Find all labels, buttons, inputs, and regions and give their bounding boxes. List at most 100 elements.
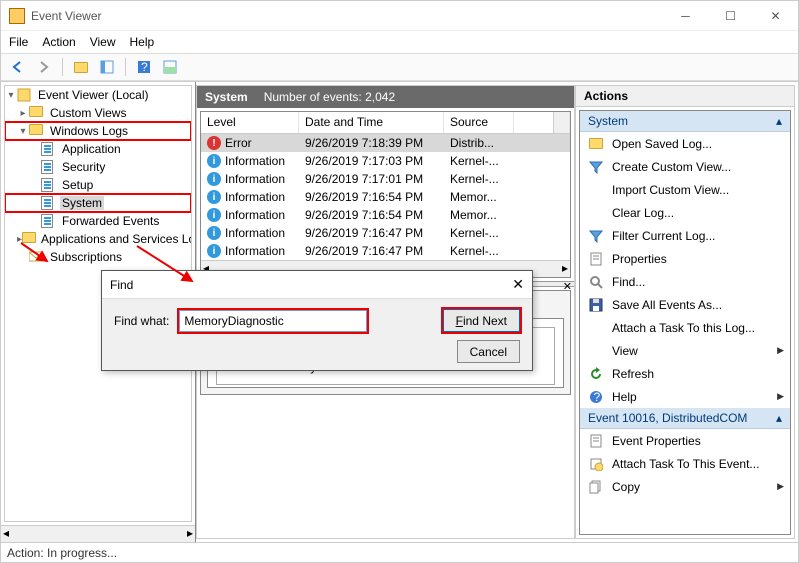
col-source[interactable]: Source — [444, 112, 514, 133]
close-button[interactable]: ✕ — [753, 1, 798, 30]
help-icon: ? — [588, 389, 604, 405]
find-next-button[interactable]: Find Next — [443, 309, 520, 332]
collapse-icon[interactable]: ▴ — [776, 411, 782, 425]
action-save-all-events-as[interactable]: Save All Events As... — [580, 293, 790, 316]
actions-pane: Actions System ▴ Open Saved Log...Create… — [575, 85, 795, 539]
menu-view[interactable]: View — [90, 35, 116, 49]
tree-root[interactable]: Event Viewer (Local) — [36, 88, 151, 102]
find-label: Find what: — [114, 314, 169, 328]
event-row[interactable]: iInformation9/26/2019 7:16:54 PMMemor... — [201, 206, 570, 224]
action-attach-a-task-to-this-log[interactable]: Attach a Task To this Log... — [580, 316, 790, 339]
help-button[interactable]: ? — [133, 56, 155, 78]
action-find[interactable]: Find... — [580, 270, 790, 293]
event-row[interactable]: iInformation9/26/2019 7:17:01 PMKernel-.… — [201, 170, 570, 188]
action-open-saved-log[interactable]: Open Saved Log... — [580, 132, 790, 155]
grid-v-scrollbar[interactable] — [553, 112, 570, 133]
minimize-button[interactable]: ─ — [663, 1, 708, 30]
menu-action[interactable]: Action — [42, 35, 75, 49]
action-label: Save All Events As... — [612, 298, 722, 312]
event-row[interactable]: iInformation9/26/2019 7:17:03 PMKernel-.… — [201, 152, 570, 170]
collapse-icon[interactable]: ▴ — [776, 114, 782, 128]
col-datetime[interactable]: Date and Time — [299, 112, 444, 133]
action-label: Find... — [612, 275, 645, 289]
action-event-properties[interactable]: Event Properties — [580, 429, 790, 452]
action-help[interactable]: ?Help▶ — [580, 385, 790, 408]
action-properties[interactable]: Properties — [580, 247, 790, 270]
back-button[interactable] — [7, 56, 29, 78]
action-label: Import Custom View... — [612, 183, 729, 197]
submenu-arrow-icon: ▶ — [777, 345, 784, 356]
tree-windows-logs[interactable]: Windows Logs — [48, 124, 130, 138]
tree-system[interactable]: System — [60, 196, 104, 210]
info-icon: i — [207, 172, 221, 186]
menu-file[interactable]: File — [9, 35, 28, 49]
expand-root-icon[interactable]: ▾ — [5, 90, 17, 101]
action-attach-task-to-this-event[interactable]: Attach Task To This Event... — [580, 452, 790, 475]
event-row[interactable]: !Error9/26/2019 7:18:39 PMDistrib... — [201, 134, 570, 152]
cancel-button[interactable]: Cancel — [457, 340, 520, 363]
expand-custom-icon[interactable]: ▸ — [17, 108, 29, 119]
action-view[interactable]: View ▶ — [580, 339, 790, 362]
save-icon — [588, 297, 604, 313]
blank-icon — [588, 320, 604, 336]
action-label: Open Saved Log... — [612, 137, 712, 151]
find-input[interactable] — [179, 310, 367, 332]
expand-winlogs-icon[interactable]: ▾ — [17, 126, 29, 137]
log-icon — [41, 142, 57, 156]
tree-h-scrollbar[interactable]: ◂▸ — [1, 525, 195, 542]
close-preview-button[interactable]: ✕ — [563, 280, 572, 293]
event-row[interactable]: iInformation9/26/2019 7:16:47 PMKernel-.… — [201, 242, 570, 260]
preview-button[interactable] — [159, 56, 181, 78]
action-label: Clear Log... — [612, 206, 674, 220]
info-icon: i — [207, 208, 221, 222]
action-copy[interactable]: Copy▶ — [580, 475, 790, 498]
maximize-button[interactable]: ☐ — [708, 1, 753, 30]
action-import-custom-view[interactable]: Import Custom View... — [580, 178, 790, 201]
col-level[interactable]: Level — [201, 112, 299, 133]
action-create-custom-view[interactable]: Create Custom View... — [580, 155, 790, 178]
find-icon — [588, 274, 604, 290]
open-log-button[interactable] — [70, 56, 92, 78]
show-tree-button[interactable] — [96, 56, 118, 78]
action-clear-log[interactable]: Clear Log... — [580, 201, 790, 224]
action-label: Properties — [612, 252, 667, 266]
event-row[interactable]: iInformation9/26/2019 7:16:47 PMKernel-.… — [201, 224, 570, 242]
find-close-button[interactable]: ✕ — [512, 276, 524, 293]
titlebar: Event Viewer ─ ☐ ✕ — [1, 1, 798, 31]
folder-icon — [29, 124, 45, 138]
actions-section-system[interactable]: System ▴ — [580, 111, 790, 132]
action-label: Attach Task To This Event... — [612, 457, 759, 471]
action-label: Filter Current Log... — [612, 229, 715, 243]
actions-section-label: Event 10016, DistributedCOM — [588, 411, 747, 425]
task-icon — [588, 456, 604, 472]
action-label: Create Custom View... — [612, 160, 731, 174]
event-row[interactable]: iInformation9/26/2019 7:16:54 PMMemor... — [201, 188, 570, 206]
tree-security[interactable]: Security — [60, 160, 107, 174]
window-title: Event Viewer — [31, 9, 663, 23]
forward-button[interactable] — [33, 56, 55, 78]
submenu-arrow-icon: ▶ — [777, 481, 784, 492]
annotation-arrow-icon — [132, 241, 212, 291]
menu-help[interactable]: Help — [130, 35, 155, 49]
grid-header[interactable]: Level Date and Time Source — [201, 112, 570, 134]
blank-icon — [588, 343, 604, 359]
actions-section-event[interactable]: Event 10016, DistributedCOM ▴ — [580, 408, 790, 429]
grid-body[interactable]: !Error9/26/2019 7:18:39 PMDistrib...iInf… — [201, 134, 570, 260]
tree-setup[interactable]: Setup — [60, 178, 95, 192]
action-refresh[interactable]: Refresh — [580, 362, 790, 385]
open-icon — [588, 136, 604, 152]
blank-icon — [588, 182, 604, 198]
svg-text:?: ? — [141, 60, 148, 74]
statusbar: Action: In progress... — [1, 542, 798, 562]
funnel-icon — [588, 228, 604, 244]
status-text: Action: In progress... — [7, 546, 117, 560]
funnel-new-icon — [588, 159, 604, 175]
menubar: File Action View Help — [1, 31, 798, 53]
tree-application[interactable]: Application — [60, 142, 123, 156]
action-filter-current-log[interactable]: Filter Current Log... — [580, 224, 790, 247]
app-icon — [9, 8, 25, 24]
tree-forwarded[interactable]: Forwarded Events — [60, 214, 161, 228]
annotation-arrow-icon — [19, 241, 69, 291]
tree-custom-views[interactable]: Custom Views — [48, 106, 128, 120]
action-label: View — [612, 344, 638, 358]
